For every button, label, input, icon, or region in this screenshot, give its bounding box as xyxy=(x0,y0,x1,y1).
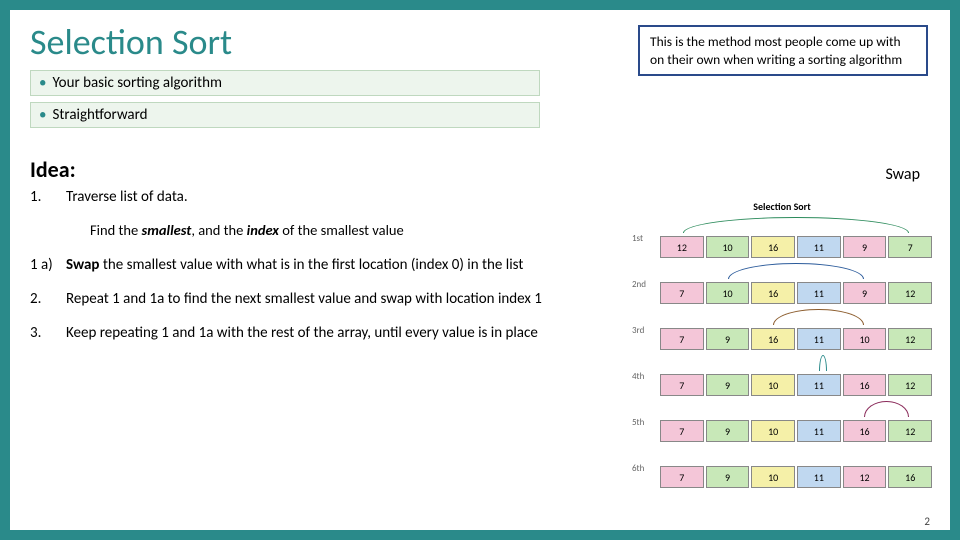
step-1a: 1 a) Swap the smallest value with what i… xyxy=(30,255,590,275)
step-1-sub: Find the smallest, and the index of the … xyxy=(90,221,590,241)
swap-arc-icon xyxy=(819,355,827,371)
diagram-cell: 7 xyxy=(888,236,932,258)
diagram-cell: 9 xyxy=(843,282,887,304)
diagram-cell: 7 xyxy=(660,420,704,442)
bullet-basic: • Your basic sorting algorithm xyxy=(30,70,540,96)
diagram-cell: 11 xyxy=(797,374,841,396)
bullet-straightforward: • Straightforward xyxy=(30,102,540,128)
diagram-cell: 12 xyxy=(660,236,704,258)
step-number: 2. xyxy=(30,289,66,309)
step-text: Traverse list of data. xyxy=(66,187,590,207)
diagram-row: 1st1210161197 xyxy=(632,215,932,261)
diagram-cell: 16 xyxy=(751,328,795,350)
diagram-row: 4th7910111612 xyxy=(632,353,932,399)
step-text: Repeat 1 and 1a to find the next smalles… xyxy=(66,289,590,309)
diagram-cell: 9 xyxy=(843,236,887,258)
step-text: Keep repeating 1 and 1a with the rest of… xyxy=(66,323,590,343)
step-text: Swap the smallest value with what is in … xyxy=(66,255,590,275)
diagram-cell: 9 xyxy=(706,420,750,442)
step-1: 1. Traverse list of data. xyxy=(30,187,590,207)
swap-label: Swap xyxy=(885,165,920,184)
diagram-cell: 7 xyxy=(660,328,704,350)
diagram-cell: 16 xyxy=(843,374,887,396)
diagram-cell: 10 xyxy=(843,328,887,350)
diagram-cell: 12 xyxy=(888,328,932,350)
selection-sort-diagram: Selection Sort 1st12101611972nd710161191… xyxy=(632,200,932,491)
diagram-cell: 7 xyxy=(660,466,704,488)
diagram-cell: 9 xyxy=(706,328,750,350)
diagram-cell: 10 xyxy=(751,420,795,442)
diagram-cell: 16 xyxy=(751,282,795,304)
diagram-cell: 12 xyxy=(843,466,887,488)
diagram-row-label: 3rd xyxy=(632,325,660,336)
bullet-dot-icon: • xyxy=(39,74,46,92)
diagram-row: 3rd7916111012 xyxy=(632,307,932,353)
diagram-row: 6th7910111216 xyxy=(632,445,932,491)
step-3: 3. Keep repeating 1 and 1a with the rest… xyxy=(30,323,590,343)
diagram-cell: 11 xyxy=(797,282,841,304)
bullet-text: Straightforward xyxy=(52,106,147,124)
diagram-cell: 11 xyxy=(797,236,841,258)
diagram-row: 2nd7101611912 xyxy=(632,261,932,307)
diagram-row-label: 4th xyxy=(632,371,660,382)
diagram-cell: 12 xyxy=(888,282,932,304)
step-number: 1 a) xyxy=(30,255,66,275)
diagram-cell: 12 xyxy=(888,374,932,396)
diagram-cell: 10 xyxy=(706,236,750,258)
diagram-cell: 11 xyxy=(797,420,841,442)
diagram-row: 5th7910111612 xyxy=(632,399,932,445)
steps-list: 1. Traverse list of data. Find the small… xyxy=(30,187,590,344)
diagram-cell: 9 xyxy=(706,374,750,396)
step-number: 1. xyxy=(30,187,66,207)
bullet-text: Your basic sorting algorithm xyxy=(52,74,221,92)
diagram-cell: 7 xyxy=(660,374,704,396)
step-number: 3. xyxy=(30,323,66,343)
callout-box: This is the method most people come up w… xyxy=(638,25,928,76)
swap-arc-icon xyxy=(773,309,864,325)
swap-arc-icon xyxy=(728,263,864,279)
diagram-row-label: 1st xyxy=(632,233,660,244)
diagram-title: Selection Sort xyxy=(632,200,932,213)
diagram-cell: 10 xyxy=(751,374,795,396)
diagram-cell: 11 xyxy=(797,466,841,488)
diagram-cell: 10 xyxy=(706,282,750,304)
diagram-cell: 9 xyxy=(706,466,750,488)
swap-arc-icon xyxy=(683,217,910,233)
diagram-cell: 10 xyxy=(751,466,795,488)
diagram-row-label: 2nd xyxy=(632,279,660,290)
diagram-cell: 7 xyxy=(660,282,704,304)
diagram-row-label: 6th xyxy=(632,463,660,474)
swap-arc-icon xyxy=(864,401,909,417)
step-2: 2. Repeat 1 and 1a to find the next smal… xyxy=(30,289,590,309)
diagram-cell: 12 xyxy=(888,420,932,442)
diagram-cell: 11 xyxy=(797,328,841,350)
diagram-cell: 16 xyxy=(751,236,795,258)
page-number: 2 xyxy=(924,515,930,528)
idea-heading: Idea: xyxy=(30,156,950,183)
diagram-cell: 16 xyxy=(843,420,887,442)
diagram-row-label: 5th xyxy=(632,417,660,428)
diagram-cell: 16 xyxy=(888,466,932,488)
bullet-dot-icon: • xyxy=(39,106,46,124)
